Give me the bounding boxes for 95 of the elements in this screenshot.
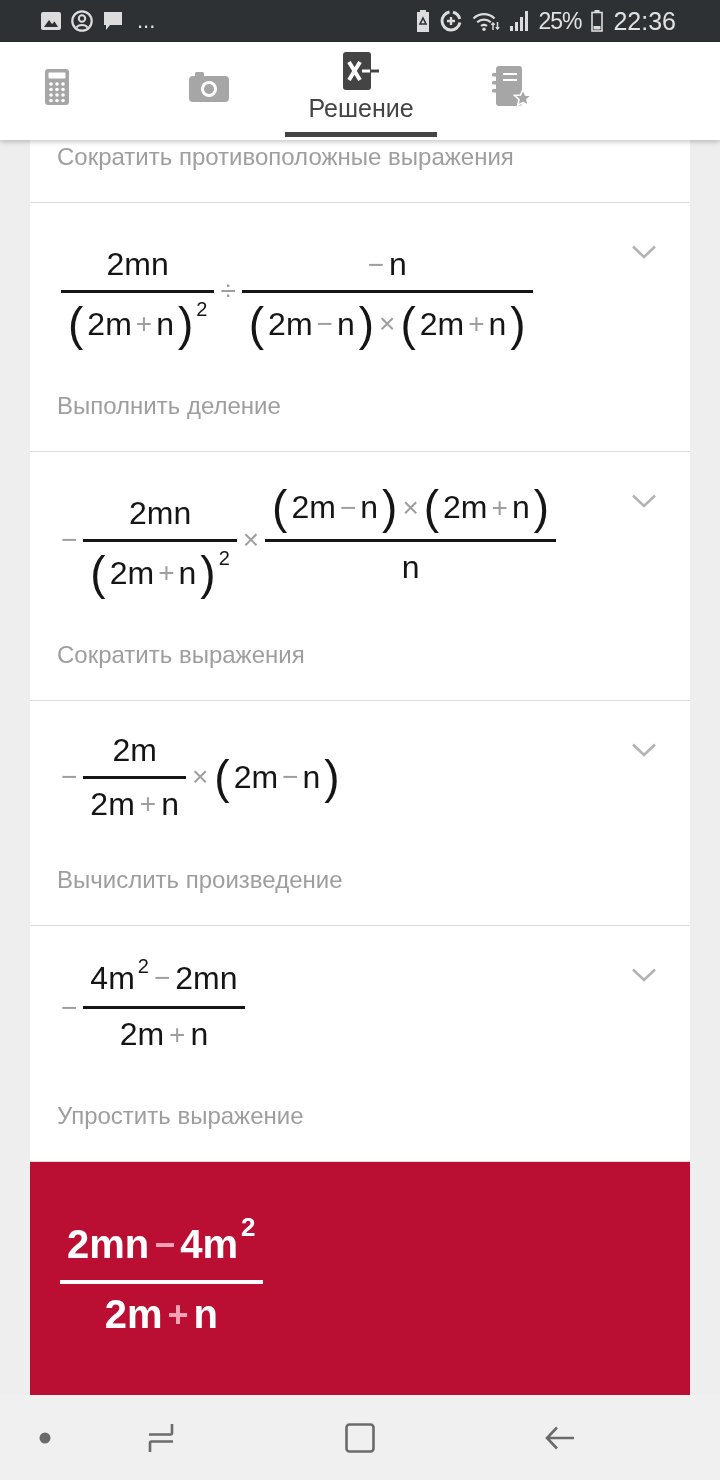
clock: 22:36: [613, 8, 676, 34]
dot-icon[interactable]: [39, 1431, 51, 1444]
image-icon: [41, 12, 61, 30]
parenthesis: (: [423, 482, 440, 533]
math-term: n: [389, 245, 407, 284]
operator-sign: −: [61, 760, 78, 795]
account-icon: [71, 10, 93, 32]
step-description: Вычислить произведение: [57, 865, 344, 896]
parenthesis: ): [358, 298, 375, 350]
operator-sign: −: [61, 990, 78, 1025]
math-term: 2m: [419, 304, 465, 344]
operator-sign: +: [139, 787, 157, 821]
parenthesis: (: [214, 751, 230, 803]
math-term: 4m: [180, 1221, 239, 1269]
operator-sign: +: [167, 1292, 189, 1336]
chevron-icon[interactable]: [631, 494, 657, 509]
solution-icon: [343, 51, 379, 90]
math-term: 2mn: [175, 958, 238, 998]
home-icon[interactable]: [345, 1422, 375, 1453]
operator-sign: −: [154, 1222, 176, 1266]
math-term: 2m: [443, 488, 488, 527]
operator-sign: −: [282, 760, 299, 795]
operator-sign: +: [169, 1017, 186, 1052]
math-term: 2mn: [106, 245, 169, 284]
math-term: 2mn: [128, 494, 192, 533]
math-term: n: [190, 1015, 209, 1054]
signal-icon: [510, 11, 529, 31]
parenthesis: ): [324, 751, 340, 803]
math-term: n: [401, 547, 420, 587]
step-description: Сократить выражения: [57, 640, 306, 671]
chevron-icon[interactable]: [631, 245, 657, 259]
parenthesis: (: [272, 482, 288, 533]
battery-icon: [591, 10, 604, 32]
exponent: 2: [137, 956, 149, 977]
step-description: Выполнить деление: [57, 391, 282, 422]
math-term: 2m: [109, 553, 155, 593]
chevron-icon[interactable]: [631, 743, 657, 758]
chevron-icon[interactable]: [631, 968, 657, 983]
exponent: 2: [196, 298, 208, 319]
math-term: 2m: [119, 1015, 165, 1054]
parenthesis: ): [200, 547, 216, 599]
operator-sign: −: [153, 961, 171, 995]
message-icon: [103, 11, 123, 31]
math-term: 2m: [90, 784, 135, 824]
operator-sign: −: [367, 247, 384, 282]
operator-sign: +: [158, 556, 175, 590]
camera-icon: [189, 72, 229, 102]
math-term: 2m: [268, 304, 313, 344]
math-term: 2m: [112, 731, 157, 770]
back-icon[interactable]: [545, 1425, 575, 1450]
operator-sign: ÷: [220, 274, 236, 308]
math-term: n: [302, 758, 321, 797]
math-term: n: [193, 1291, 218, 1339]
math-term: 2m: [87, 304, 132, 344]
operator-sign: ×: [242, 523, 260, 558]
operator-sign: ×: [402, 490, 419, 525]
math-term: 2mn: [67, 1221, 150, 1269]
math-term: n: [488, 304, 507, 344]
step-description: Упростить выражение: [57, 1101, 305, 1132]
math-term: n: [336, 304, 355, 344]
step-description: Сократить противоположные выражения: [57, 142, 515, 172]
parenthesis: (: [248, 298, 265, 350]
exponent: 2: [241, 1214, 256, 1241]
operator-sign: ×: [191, 760, 209, 795]
parenthesis: (: [68, 298, 84, 350]
operator-sign: ×: [379, 307, 396, 341]
math-term: 4m: [90, 958, 135, 998]
data-saver-icon: [440, 10, 463, 32]
operator-sign: +: [491, 490, 508, 525]
calculator-icon: [45, 69, 69, 105]
operator-sign: −: [316, 307, 333, 341]
math-term: n: [511, 488, 530, 527]
parenthesis: ): [382, 482, 398, 533]
math-term: n: [360, 488, 379, 527]
parenthesis: ): [533, 482, 549, 533]
operator-sign: +: [135, 307, 153, 341]
parenthesis: ): [177, 298, 194, 350]
battery-saver-icon: [416, 10, 431, 32]
math-term: n: [161, 784, 179, 824]
math-term: 2m: [291, 488, 336, 527]
math-term: n: [178, 553, 197, 593]
operator-sign: −: [339, 490, 357, 525]
parenthesis: (: [400, 298, 416, 350]
operator-sign: −: [61, 523, 78, 558]
operator-sign: +: [468, 307, 485, 341]
exponent: 2: [218, 547, 230, 568]
math-term: 2m: [104, 1291, 163, 1339]
parenthesis: ): [510, 298, 526, 350]
wifi-icon: [472, 11, 501, 31]
recent-apps-icon[interactable]: [146, 1422, 176, 1453]
notification-overflow: ...: [137, 10, 156, 32]
math-term: 2m: [233, 758, 279, 797]
parenthesis: (: [90, 547, 106, 599]
battery-percent: 25%: [538, 9, 582, 33]
math-term: n: [156, 304, 174, 344]
